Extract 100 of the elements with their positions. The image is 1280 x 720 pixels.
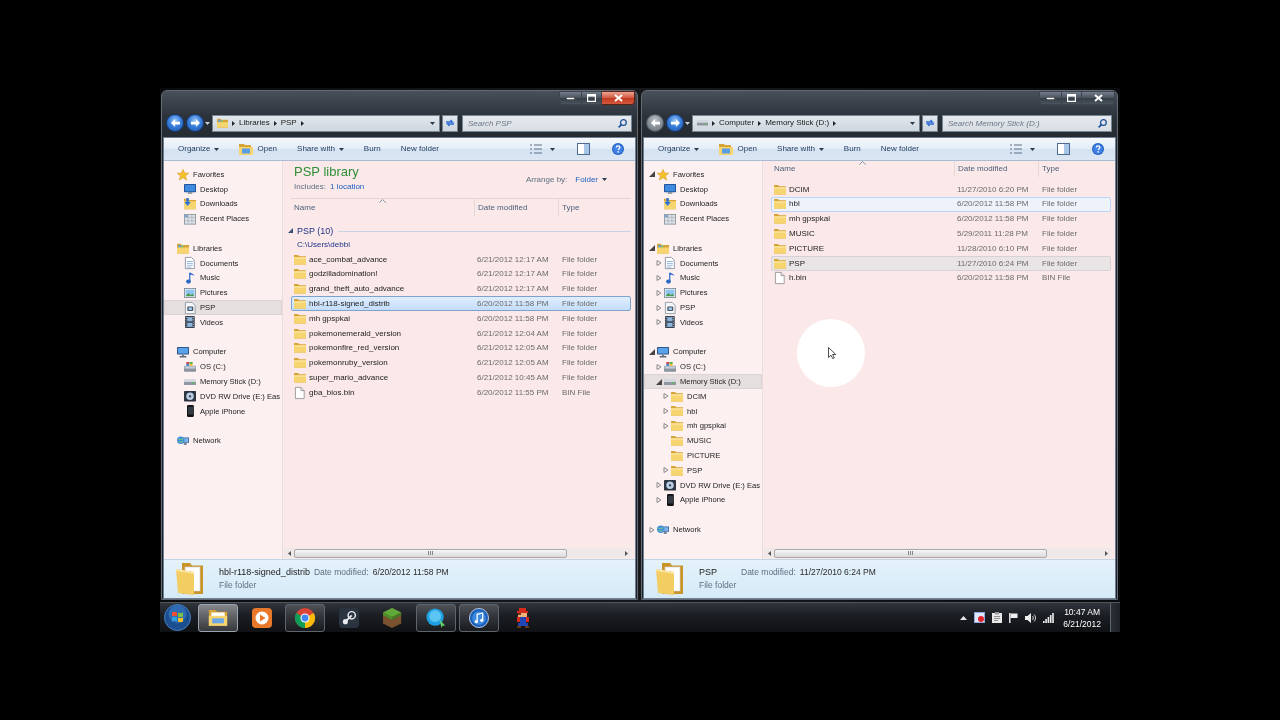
breadcrumb-segment[interactable]: Memory Stick (D:): [765, 118, 830, 128]
file-row[interactable]: hbl-r118-signed_distrib 6/20/2012 11:58 PM File folder: [291, 296, 631, 312]
maximize-button[interactable]: [1061, 91, 1082, 105]
file-row[interactable]: gba_bios.bin 6/20/2012 11:55 PM BIN File: [291, 385, 631, 400]
caret-icon[interactable]: [910, 121, 915, 125]
scroll-left-arrow-icon[interactable]: [287, 550, 291, 556]
date-modified-label: Date modified:: [313, 566, 369, 579]
breadcrumb-segment[interactable]: Libraries: [239, 118, 270, 128]
file-row[interactable]: h.bin 6/20/2012 11:58 PM BIN File: [771, 270, 1111, 286]
tree-arrow-icon[interactable]: [649, 348, 655, 355]
toolbar-button[interactable]: New folder: [875, 140, 924, 158]
chevron-icon[interactable]: [273, 120, 277, 126]
file-row[interactable]: PICTURE 11/28/2010 6:10 PM File folder: [771, 241, 1111, 256]
maximize-button[interactable]: [581, 91, 602, 105]
tree-arrow-icon[interactable]: [656, 378, 662, 385]
scroll-thumb[interactable]: [294, 548, 567, 558]
close-button[interactable]: [602, 91, 635, 105]
column-header[interactable]: Name: [771, 161, 955, 177]
file-row[interactable]: grand_theft_auto_advance 6/21/2012 12:17 AM File folder: [291, 281, 631, 297]
back-button[interactable]: [166, 114, 184, 132]
scroll-thumb[interactable]: [774, 548, 1047, 558]
address-bar[interactable]: Computer Memory Stick (D:): [692, 114, 920, 132]
toolbar-button[interactable]: Open: [234, 140, 283, 158]
taskbar-button[interactable]: [198, 603, 238, 632]
scroll-left-arrow-icon[interactable]: [767, 550, 771, 556]
column-header[interactable]: Type: [1039, 161, 1111, 177]
chevron-icon[interactable]: [232, 120, 235, 126]
refresh-button[interactable]: [442, 114, 458, 132]
tree-arrow-icon[interactable]: [649, 171, 655, 178]
locations-link[interactable]: 1 location: [330, 180, 365, 194]
refresh-button[interactable]: [922, 114, 938, 132]
close-button[interactable]: [1082, 91, 1115, 105]
toolbar-button[interactable]: Burn: [838, 140, 866, 158]
breadcrumb-segment[interactable]: PSP: [280, 118, 297, 128]
menu-button[interactable]: Organize: [173, 140, 225, 158]
up-arrow-icon[interactable]: [960, 615, 968, 620]
clipboard-icon[interactable]: [992, 612, 1003, 623]
caret-icon[interactable]: [685, 121, 690, 125]
file-row[interactable]: pokemonfire_red_version 6/21/2012 12:05 AM File folder: [291, 340, 631, 356]
search-field[interactable]: Search PSP: [462, 114, 632, 132]
chevron-icon[interactable]: [833, 120, 837, 126]
column-header[interactable]: Date modified: [955, 161, 1039, 177]
caret-icon[interactable]: [205, 121, 210, 125]
minimize-button[interactable]: [559, 91, 581, 105]
group-header[interactable]: PSP (10): [288, 225, 334, 237]
caret-icon[interactable]: [430, 121, 435, 125]
menu-button[interactable]: Share with: [772, 140, 829, 158]
file-row[interactable]: mh gpspkai 6/20/2012 11:58 PM File folder: [291, 311, 631, 326]
chevron-icon[interactable]: [300, 120, 304, 126]
menu-button[interactable]: Share with: [292, 140, 349, 158]
toolbar-button[interactable]: Burn: [358, 140, 386, 158]
file-row[interactable]: PSP 11/27/2010 6:24 PM File folder: [771, 256, 1111, 271]
image-app-icon[interactable]: [974, 612, 986, 623]
scroll-right-arrow-icon[interactable]: [1104, 550, 1108, 556]
search-icon[interactable]: [618, 118, 627, 128]
file-row[interactable]: DCIM 11/27/2010 6:20 PM File folder: [771, 182, 1111, 197]
file-row[interactable]: super_mario_advance 6/21/2012 10:45 AM File folder: [291, 370, 631, 386]
search-icon[interactable]: [1098, 118, 1107, 128]
file-row[interactable]: MUSIC 5/29/2011 11:28 PM File folder: [771, 226, 1111, 242]
taskbar-button[interactable]: [415, 603, 456, 632]
menu-button[interactable]: Organize: [653, 140, 705, 158]
folder-icon: [294, 313, 306, 324]
caret-icon: [818, 147, 824, 151]
horizontal-scrollbar[interactable]: [284, 548, 631, 558]
column-header[interactable]: Date modified: [475, 199, 559, 216]
caret-icon: [1030, 147, 1035, 151]
file-type: File folder: [561, 299, 599, 309]
computer-icon: [177, 346, 189, 358]
file-row[interactable]: mh gpspkai 6/20/2012 11:58 PM File folder: [771, 211, 1111, 227]
file-row[interactable]: pokemonemerald_version 6/21/2012 12:04 AM File folder: [291, 326, 631, 341]
minimize-button[interactable]: [1039, 91, 1061, 105]
scroll-right-arrow-icon[interactable]: [624, 550, 628, 556]
volume-icon[interactable]: [1025, 612, 1037, 623]
address-bar[interactable]: Libraries PSP: [212, 114, 440, 132]
forward-button[interactable]: [666, 114, 684, 132]
folder-path-link[interactable]: C:\Users\debbi: [297, 240, 350, 249]
column-header[interactable]: Name: [291, 199, 475, 216]
file-row[interactable]: hbl 6/20/2012 11:58 PM File folder: [771, 196, 1111, 212]
signal-bars-icon[interactable]: [1043, 612, 1055, 623]
toolbar-button[interactable]: Open: [714, 140, 763, 158]
horizontal-scrollbar[interactable]: [764, 548, 1111, 558]
clock[interactable]: 10:47 AM 6/21/2012: [1061, 605, 1103, 630]
breadcrumb-segment[interactable]: Computer: [719, 118, 755, 128]
toolbar-button[interactable]: New folder: [395, 140, 444, 158]
chevron-icon[interactable]: [712, 120, 715, 126]
arrange-by-dropdown[interactable]: Folder: [575, 175, 607, 185]
file-name: MUSIC: [789, 229, 816, 239]
flag-icon[interactable]: [1009, 612, 1019, 623]
chevron-icon[interactable]: [758, 120, 762, 126]
show-desktop-button[interactable]: [1110, 603, 1120, 632]
forward-button[interactable]: [186, 114, 204, 132]
taskbar-button[interactable]: [459, 603, 499, 632]
start-button[interactable]: [164, 604, 191, 631]
file-row[interactable]: godzilladomination! 6/21/2012 12:17 AM File folder: [291, 266, 631, 282]
file-row[interactable]: pokemonruby_version 6/21/2012 12:05 AM File folder: [291, 355, 631, 371]
search-field[interactable]: Search Memory Stick (D:): [942, 114, 1112, 132]
file-row[interactable]: ace_combat_advance 6/21/2012 12:17 AM File folder: [291, 252, 631, 267]
tree-arrow-icon[interactable]: [649, 245, 655, 252]
taskbar-button[interactable]: [285, 603, 325, 632]
column-header[interactable]: Type: [559, 199, 631, 216]
